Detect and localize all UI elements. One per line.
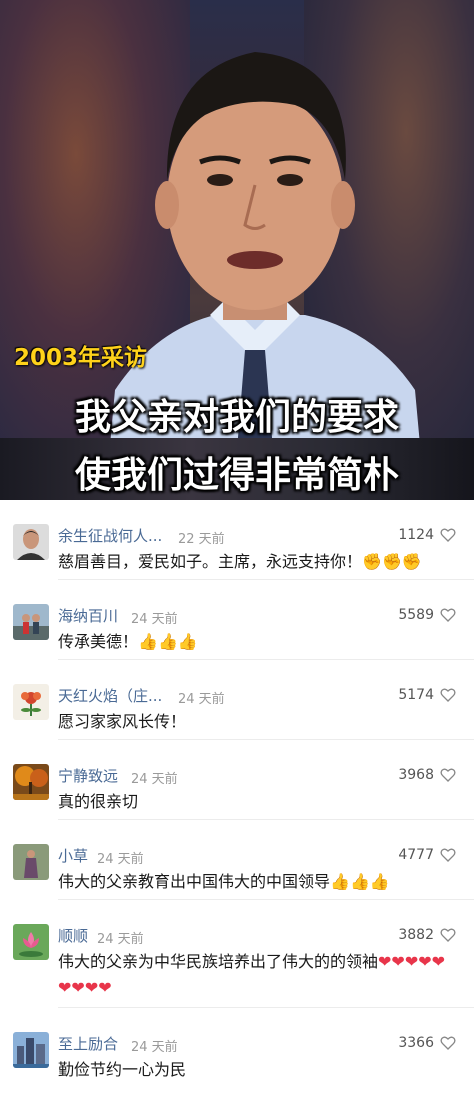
like-count: 3968 [398,767,434,783]
year-label: 2003年采访 [14,345,148,371]
like-count: 4777 [398,847,434,863]
subtitle-line-2: 使我们过得非常简朴 [74,455,399,496]
comment-text: 传承美德！👍👍👍 [58,632,198,651]
heart-outline-icon[interactable] [440,847,456,863]
comment-time: 22 天前 [178,532,225,547]
like-count: 5589 [398,607,434,623]
comment-time: 24 天前 [178,692,225,707]
comment-author[interactable]: 小草 [58,845,88,866]
thumbs-up-emoji: 👍👍👍 [330,872,390,891]
comment-author[interactable]: 天红火焰（庄... [58,685,162,706]
comment-item: 小草 24 天前 4777 伟大的父亲教育出中国伟大的中国领导👍👍👍 [0,820,474,900]
comment-item: 余生征战何人... 22 天前 1124 慈眉善目，爱民如子。主席，永远支持你！… [0,500,474,580]
city-skyline-avatar[interactable] [13,1032,49,1068]
comment-time: 24 天前 [131,612,178,627]
comment-time: 24 天前 [97,852,144,867]
comment-item: 宁静致远 24 天前 3968 真的很亲切 [0,740,474,820]
like-count: 3366 [398,1035,434,1051]
comment-author[interactable]: 顺顺 [58,925,88,946]
comment-text: 勤俭节约一心为民 [58,1060,187,1079]
heart-outline-icon[interactable] [440,1035,456,1051]
comment-author[interactable]: 宁静致远 [58,765,118,786]
comment-text: 伟大的父亲教育出中国伟大的中国领导👍👍👍 [58,872,390,891]
comment-item: 至上励合 24 天前 3366 勤俭节约一心为民 [0,1008,474,1088]
comment-time: 24 天前 [131,772,178,787]
comment-time: 24 天前 [97,932,144,947]
like-count: 3882 [398,927,434,943]
heart-outline-icon[interactable] [440,527,456,543]
heart-outline-icon[interactable] [440,687,456,703]
comment-item: 天红火焰（庄... 24 天前 5174 愿习家家风长传！ [0,660,474,740]
comment-text: 愿习家家风长传！ [58,712,187,731]
fist-emoji: ✊✊✊ [362,552,422,571]
comment-text: 伟大的父亲为中华民族培养出了伟大的的领袖❤❤❤❤❤❤❤❤❤ [58,952,446,997]
heart-outline-icon[interactable] [440,767,456,783]
comment-list: 余生征战何人... 22 天前 1124 慈眉善目，爱民如子。主席，永远支持你！… [0,500,474,1088]
comment-text: 真的很亲切 [58,792,139,811]
video-frame[interactable]: 2003年采访 我父亲对我们的要求 使我们过得非常简朴 [0,0,474,500]
like-count: 5174 [398,687,434,703]
autumn-tree-avatar[interactable] [13,764,49,800]
woman-standing-avatar[interactable] [13,844,49,880]
comment-time: 24 天前 [131,1040,178,1055]
comment-text: 慈眉善目，爱民如子。主席，永远支持你！✊✊✊ [58,552,422,571]
flower-avatar[interactable] [13,684,49,720]
subtitle-line-1: 我父亲对我们的要求 [74,397,399,438]
like-count: 1124 [398,527,434,543]
heart-outline-icon[interactable] [440,607,456,623]
comment-author[interactable]: 余生征战何人... [58,525,162,546]
lotus-avatar[interactable] [13,924,49,960]
comment-item: 顺顺 24 天前 3882 伟大的父亲为中华民族培养出了伟大的的领袖❤❤❤❤❤❤… [0,900,474,1008]
heart-outline-icon[interactable] [440,927,456,943]
comment-author[interactable]: 海纳百川 [58,605,118,626]
couple-photo-avatar[interactable] [13,604,49,640]
man-portrait-avatar[interactable] [13,524,49,560]
comment-item: 海纳百川 24 天前 5589 传承美德！👍👍👍 [0,580,474,660]
comment-author[interactable]: 至上励合 [58,1033,118,1054]
thumbs-up-emoji: 👍👍👍 [138,632,198,651]
